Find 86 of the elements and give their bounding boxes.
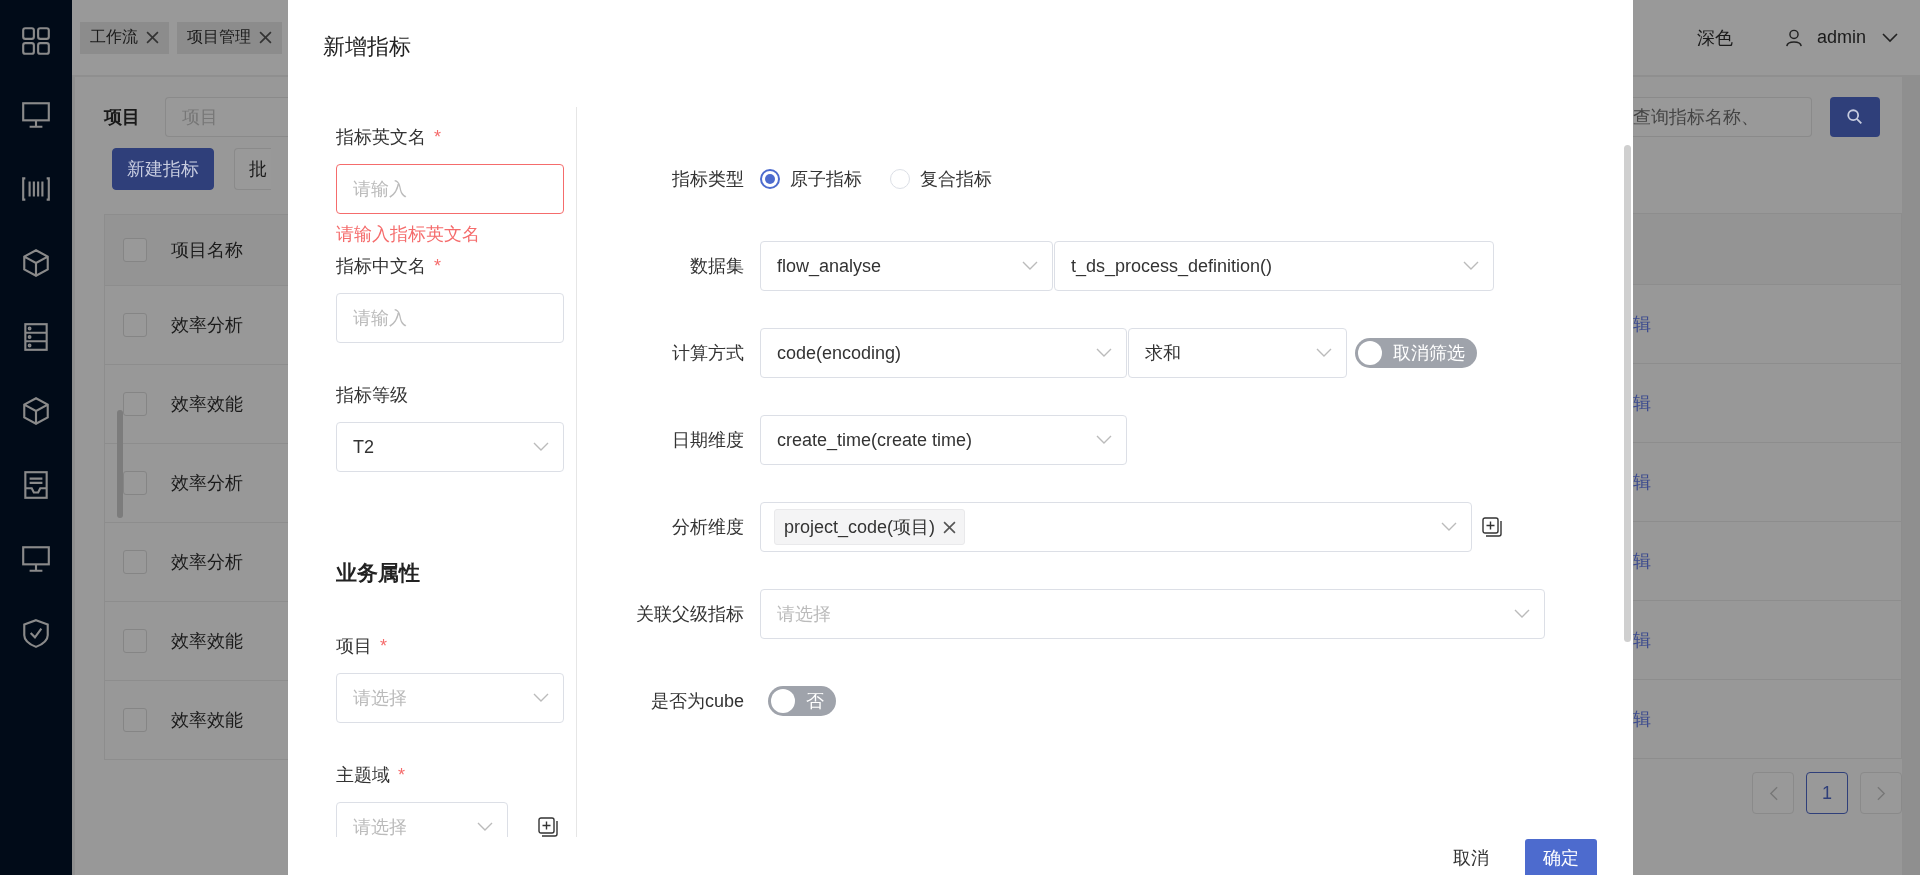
edit-link[interactable]: 辑 (1633, 470, 1651, 494)
scrollbar[interactable] (117, 410, 123, 518)
monitor-icon[interactable] (20, 99, 52, 131)
table-cell-text: 效率效能 (171, 630, 243, 653)
select-field[interactable]: 求和 (1128, 328, 1347, 378)
field-label: 指标类型 (671, 168, 745, 191)
confirm-button[interactable]: 确定 (1525, 839, 1597, 875)
required-mark: * (434, 126, 441, 148)
edit-link[interactable]: 辑 (1633, 628, 1651, 652)
chevron-left-icon (1768, 785, 1778, 801)
field-label: 数据集 (689, 255, 745, 278)
close-icon[interactable] (146, 31, 159, 44)
search-icon (1846, 108, 1864, 126)
field-label: 日期维度 (671, 429, 745, 452)
chevron-icon (1096, 348, 1112, 358)
close-icon[interactable] (943, 520, 957, 534)
grid-icon[interactable] (20, 25, 52, 57)
monitor-icon[interactable] (20, 543, 52, 575)
select-field[interactable]: code(encoding) (760, 328, 1127, 378)
cube-icon[interactable] (20, 395, 52, 427)
search-field[interactable]: 查询指标名称、 (1633, 97, 1812, 137)
tag: project_code(项目) (774, 509, 966, 545)
filter-label: 项目 (104, 106, 141, 129)
field-label: 指标等级 (336, 384, 408, 407)
action-button[interactable]: 新建指标 (112, 148, 214, 190)
chevron-icon (533, 442, 549, 452)
chevron-icon (477, 822, 493, 832)
close-icon[interactable] (259, 31, 272, 44)
column-header: 项目名称 (171, 239, 243, 262)
chevron-right-icon (1876, 785, 1886, 801)
checkbox[interactable] (123, 471, 147, 495)
edit-link[interactable]: 辑 (1633, 707, 1651, 731)
toggle-switch[interactable]: 否 (768, 686, 836, 716)
edit-link[interactable]: 辑 (1633, 391, 1651, 415)
search-button[interactable] (1830, 97, 1880, 137)
field-label: 计算方式 (671, 342, 745, 365)
field-label: 关联父级指标 (635, 603, 745, 626)
table-cell-text: 效率分析 (171, 314, 243, 337)
chevron-icon (1463, 261, 1479, 271)
chevron-icon (1022, 261, 1038, 271)
dialog-title: 新增指标 (323, 34, 411, 59)
select-field[interactable]: T2 (336, 422, 564, 472)
chevron-icon (1514, 609, 1530, 619)
field-label: 是否为cube (649, 690, 745, 713)
table-cell-text: 效率效能 (171, 709, 243, 732)
checkbox[interactable] (123, 392, 147, 416)
table-cell-text: 效率效能 (171, 393, 243, 416)
page-tab[interactable]: 工作流 (80, 21, 169, 54)
add-icon[interactable] (1482, 517, 1502, 537)
field-label: 项目 (336, 635, 372, 658)
required-mark: * (398, 764, 405, 786)
cube-icon[interactable] (20, 247, 52, 279)
edit-link[interactable]: 辑 (1633, 549, 1651, 573)
table-cell-text: 效率分析 (171, 551, 243, 574)
select-field[interactable]: flow_analyse (760, 241, 1053, 291)
select-field[interactable]: t_ds_process_definition() (1054, 241, 1494, 291)
page-tab[interactable]: 项目管理 (177, 21, 282, 54)
page-button[interactable]: 1 (1806, 772, 1848, 814)
table-cell-text: 效率分析 (171, 472, 243, 495)
field-label: 指标英文名 (336, 126, 426, 149)
user-icon (1784, 28, 1803, 47)
chevron-icon (1441, 522, 1457, 532)
action-button[interactable]: 批 (234, 148, 271, 190)
radio-option[interactable]: 复合指标 (890, 167, 992, 191)
field-label: 分析维度 (671, 516, 745, 539)
scrollbar[interactable] (1624, 145, 1631, 642)
cancel-button[interactable]: 取消 (1441, 839, 1501, 875)
required-mark: * (380, 635, 387, 657)
add-icon[interactable] (538, 817, 558, 837)
user-name[interactable]: admin (1816, 27, 1866, 48)
field-label: 指标中文名 (336, 255, 426, 278)
required-mark: * (434, 255, 441, 277)
select-field[interactable]: create_time(create time) (760, 415, 1127, 465)
chevron-icon (533, 693, 549, 703)
chevron-icon (1096, 435, 1112, 445)
section-heading: 业务属性 (336, 560, 421, 586)
multi-select-field[interactable]: project_code(项目) (760, 502, 1472, 552)
chevron-icon[interactable] (1882, 32, 1898, 43)
edit-link[interactable]: 辑 (1633, 312, 1651, 336)
chevron-icon (1316, 348, 1332, 358)
radio-option[interactable]: 原子指标 (760, 167, 862, 191)
shield-check-icon[interactable] (20, 617, 52, 649)
field-label: 主题域 (336, 764, 390, 787)
toggle-switch[interactable]: 取消筛选 (1355, 338, 1477, 368)
error-message: 请输入指标英文名 (336, 223, 480, 246)
theme-label[interactable]: 深色 (1696, 25, 1733, 50)
